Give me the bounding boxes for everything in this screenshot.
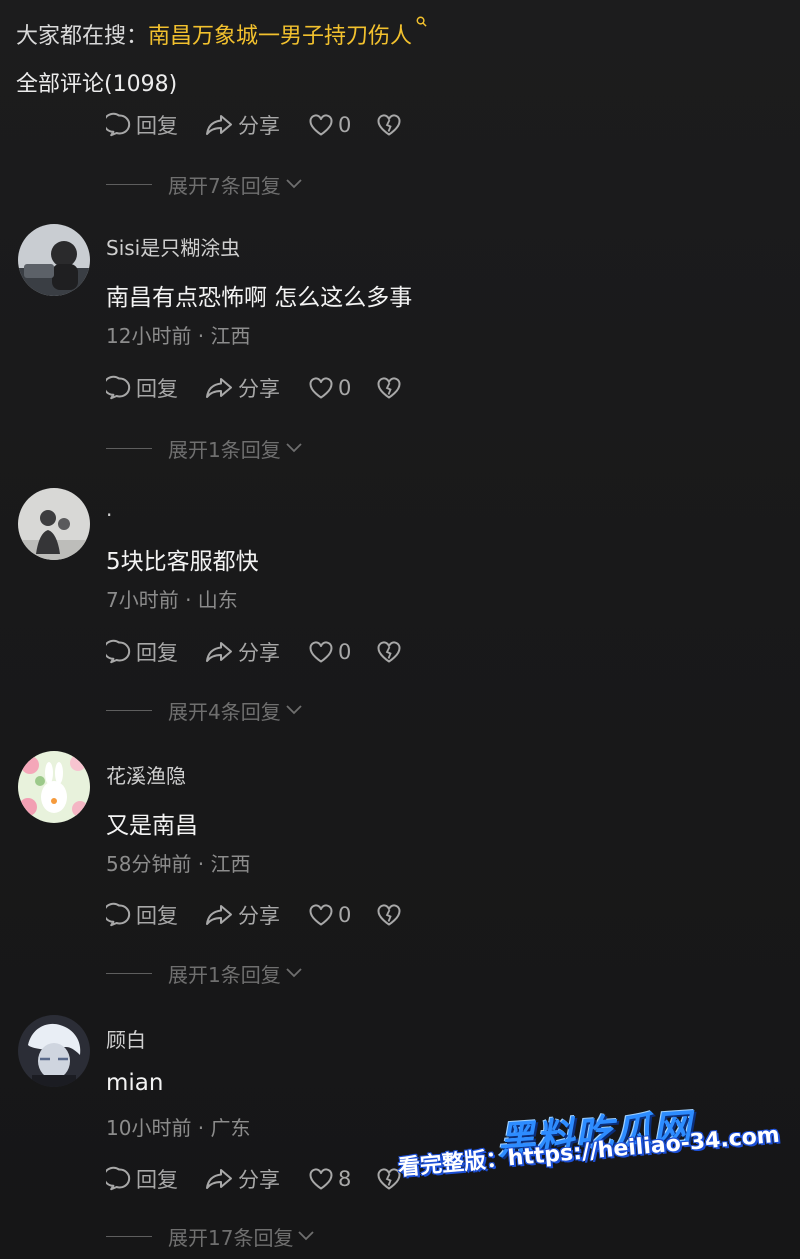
comment-actions: 回复 分享 0 <box>106 110 402 140</box>
share-icon <box>206 115 232 135</box>
avatar[interactable] <box>18 224 90 296</box>
share-icon <box>206 378 232 398</box>
dislike-button[interactable] <box>376 903 402 927</box>
share-button[interactable]: 分享 <box>204 1164 308 1194</box>
heart-icon <box>309 114 333 136</box>
like-count: 0 <box>338 903 352 927</box>
comment-meta: 10小时前 · 广东 <box>106 1116 251 1140</box>
search-prefix: 大家都在搜： <box>16 24 149 49</box>
username[interactable]: . <box>106 497 112 521</box>
expand-replies-button[interactable]: 展开1条回复 <box>106 960 303 987</box>
share-button[interactable]: 分享 <box>204 373 308 403</box>
comment-text: 5块比客服都快 <box>106 549 259 575</box>
like-button[interactable]: 0 <box>308 640 376 664</box>
reply-button[interactable]: 回复 <box>106 1164 204 1194</box>
like-button[interactable]: 0 <box>308 376 376 400</box>
chevron-down-icon <box>286 705 302 715</box>
reply-button[interactable]: 回复 <box>106 900 204 930</box>
chevron-down-icon <box>298 1231 315 1241</box>
reply-button[interactable]: 回复 <box>106 110 204 140</box>
divider-line <box>106 709 152 711</box>
avatar[interactable] <box>18 1015 90 1087</box>
username[interactable]: 顾白 <box>106 1024 146 1053</box>
broken-heart-icon <box>377 641 401 663</box>
comment-meta: 58分钟前 · 江西 <box>106 852 251 876</box>
comment-actions: 回复 分享 0 <box>106 900 402 930</box>
heart-icon <box>309 1168 333 1190</box>
expand-replies-button[interactable]: 展开17条回复 <box>106 1223 315 1250</box>
expand-replies-button[interactable]: 展开4条回复 <box>106 697 303 724</box>
reply-icon <box>106 112 131 137</box>
comment-meta: 7小时前 · 山东 <box>106 588 238 612</box>
avatar[interactable] <box>18 751 90 823</box>
like-button[interactable]: 0 <box>308 903 376 927</box>
reply-icon <box>106 375 131 400</box>
comment-actions: 回复 分享 0 <box>106 373 402 403</box>
search-suggestion-bar[interactable]: 大家都在搜：南昌万象城一男子持刀伤人 <box>16 16 427 50</box>
like-count: 8 <box>338 1167 352 1191</box>
divider-line <box>106 447 152 449</box>
broken-heart-icon <box>377 114 401 136</box>
like-button[interactable]: 8 <box>308 1167 376 1191</box>
like-button[interactable]: 0 <box>308 113 376 137</box>
heart-icon <box>309 377 333 399</box>
comment-actions: 回复 分享 0 <box>106 637 402 667</box>
share-button[interactable]: 分享 <box>204 637 308 667</box>
reply-button[interactable]: 回复 <box>106 373 204 403</box>
dislike-button[interactable] <box>376 113 402 137</box>
expand-replies-button[interactable]: 展开7条回复 <box>106 171 303 198</box>
comment-actions: 回复 分享 8 <box>106 1164 402 1194</box>
username[interactable]: Sisi是只糊涂虫 <box>106 232 240 261</box>
expand-replies-button[interactable]: 展开1条回复 <box>106 435 303 462</box>
divider-line <box>106 972 152 974</box>
chevron-down-icon <box>286 968 302 978</box>
like-count: 0 <box>338 376 352 400</box>
heart-icon <box>309 641 333 663</box>
reply-icon <box>106 1166 131 1191</box>
comment-meta: 12小时前 · 江西 <box>106 324 251 348</box>
like-count: 0 <box>338 640 352 664</box>
reply-icon <box>106 902 131 927</box>
share-button[interactable]: 分享 <box>204 900 308 930</box>
broken-heart-icon <box>377 904 401 926</box>
search-icon[interactable] <box>416 16 427 27</box>
dislike-button[interactable] <box>376 376 402 400</box>
reply-button[interactable]: 回复 <box>106 637 204 667</box>
comment-text: mian <box>106 1070 164 1096</box>
broken-heart-icon <box>377 377 401 399</box>
share-icon <box>206 1169 232 1189</box>
divider-line <box>106 183 152 185</box>
dislike-button[interactable] <box>376 640 402 664</box>
search-term-link[interactable]: 南昌万象城一男子持刀伤人 <box>148 24 412 49</box>
heart-icon <box>309 904 333 926</box>
share-button[interactable]: 分享 <box>204 110 308 140</box>
reply-icon <box>106 639 131 664</box>
chevron-down-icon <box>286 443 302 453</box>
comment-text: 又是南昌 <box>106 813 198 839</box>
avatar[interactable] <box>18 488 90 560</box>
comment-text: 南昌有点恐怖啊 怎么这么多事 <box>106 285 413 311</box>
chevron-down-icon <box>286 179 302 189</box>
like-count: 0 <box>338 113 352 137</box>
share-icon <box>206 905 232 925</box>
comments-count-header: 全部评论(1098) <box>16 72 178 97</box>
username[interactable]: 花溪渔隐 <box>106 760 186 789</box>
share-icon <box>206 642 232 662</box>
divider-line <box>106 1235 152 1237</box>
